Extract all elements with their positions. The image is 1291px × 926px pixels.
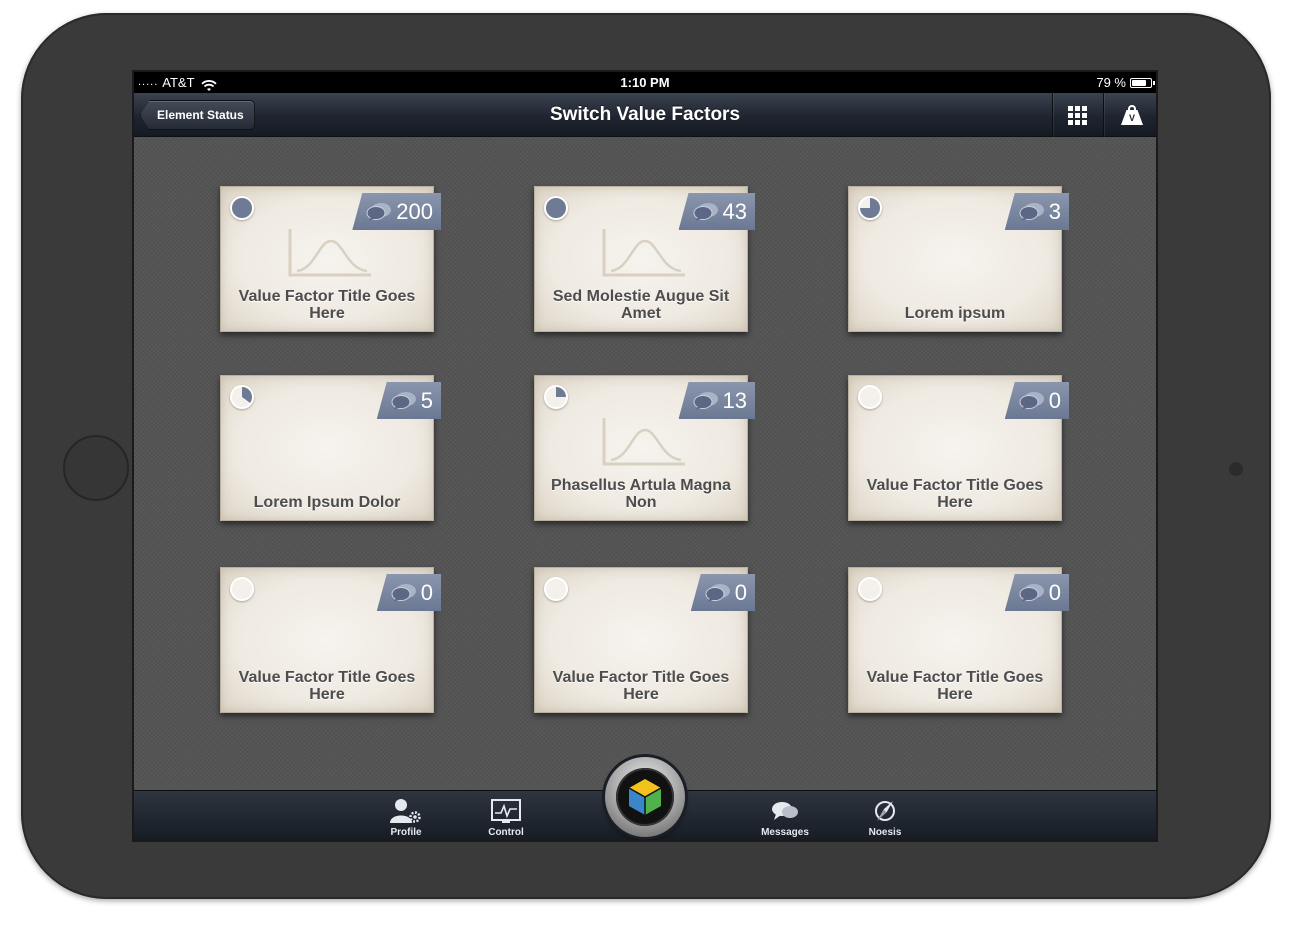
comment-count: 43 <box>722 198 747 224</box>
page-title: Switch Value Factors <box>549 104 741 125</box>
bell-curve-chart-icon <box>602 418 685 466</box>
progress-indicator <box>230 385 254 409</box>
comment-count-ribbon: 0 <box>690 574 755 611</box>
value-factor-card[interactable]: 43 Sed Molestie Augue Sit Amet <box>534 186 755 332</box>
comment-bubbles-icon <box>391 391 416 410</box>
comment-count: 13 <box>722 387 747 413</box>
progress-indicator <box>230 577 254 601</box>
comment-count: 0 <box>734 579 747 605</box>
grid-view-button[interactable] <box>1052 93 1102 137</box>
card-title: Value Factor Title Goes Here <box>238 669 416 703</box>
progress-indicator <box>858 577 882 601</box>
tab-profile[interactable]: Profile <box>366 797 446 838</box>
tab-label: Profile <box>390 827 422 838</box>
card-title: Sed Molestie Augue Sit Amet <box>552 288 730 322</box>
comment-count-ribbon: 200 <box>352 193 441 230</box>
tab-messages[interactable]: Messages <box>745 797 825 838</box>
tab-label: Control <box>488 827 524 838</box>
comment-bubbles-icon <box>693 391 718 410</box>
tab-control[interactable]: Control <box>466 797 546 838</box>
comment-bubbles-icon <box>1019 202 1044 221</box>
chat-bubbles-icon <box>745 797 825 825</box>
comment-count-ribbon: 13 <box>678 382 755 419</box>
comment-bubbles-icon <box>705 583 730 602</box>
tab-label: Noesis <box>868 827 902 838</box>
comment-count: 0 <box>420 579 433 605</box>
comment-count: 3 <box>1048 198 1061 224</box>
comment-bubbles-icon <box>1019 391 1044 410</box>
value-factor-grid: 200 Value Factor Title Goes Here 43 Sed Mo… <box>134 137 1156 790</box>
tab-label: Messages <box>761 827 809 838</box>
home-hub-button[interactable] <box>605 757 685 837</box>
card-title: Value Factor Title Goes Here <box>238 288 416 322</box>
camera-dot <box>1229 462 1243 476</box>
cube-logo-icon <box>628 779 662 815</box>
comment-count: 5 <box>420 387 433 413</box>
comment-bubbles-icon <box>693 202 718 221</box>
bell-curve-chart-icon <box>602 229 685 277</box>
progress-indicator <box>230 196 254 220</box>
value-factor-card[interactable]: 0 Value Factor Title Goes Here <box>848 567 1069 713</box>
comment-count-ribbon: 43 <box>678 193 755 230</box>
clock: 1:10 PM <box>620 75 670 90</box>
comment-count: 0 <box>1048 579 1061 605</box>
comment-count-ribbon: 3 <box>1004 193 1069 230</box>
value-factor-card[interactable]: 13 Phasellus Artula Magna Non <box>534 375 755 521</box>
card-title: Value Factor Title Goes Here <box>866 477 1044 511</box>
card-title: Lorem Ipsum Dolor <box>253 494 401 511</box>
battery-icon <box>1130 77 1155 88</box>
screen: ..... AT&T 1:10 PM 79 % Element Status S… <box>132 70 1158 842</box>
comment-count-ribbon: 5 <box>376 382 441 419</box>
bell-curve-chart-icon <box>288 229 371 277</box>
battery-percent: 79 % <box>1096 75 1126 90</box>
status-bar: ..... AT&T 1:10 PM 79 % <box>134 72 1156 93</box>
comment-count-ribbon: 0 <box>1004 574 1069 611</box>
card-title: Phasellus Artula Magna Non <box>551 477 731 511</box>
progress-indicator <box>544 385 568 409</box>
weight-icon: V <box>1121 105 1143 125</box>
progress-indicator <box>858 196 882 220</box>
profile-gear-icon <box>366 797 446 825</box>
progress-indicator <box>544 196 568 220</box>
progress-indicator <box>858 385 882 409</box>
comment-count-ribbon: 0 <box>1004 382 1069 419</box>
comment-bubbles-icon <box>366 202 392 221</box>
comment-count: 0 <box>1048 387 1061 413</box>
value-factor-card[interactable]: 0 Value Factor Title Goes Here <box>220 567 441 713</box>
comment-count: 200 <box>396 198 433 224</box>
comment-bubbles-icon <box>1019 583 1044 602</box>
home-button[interactable] <box>63 435 129 501</box>
comment-bubbles-icon <box>391 583 416 602</box>
tab-noesis[interactable]: Noesis <box>845 797 925 838</box>
value-factor-card[interactable]: 0 Value Factor Title Goes Here <box>848 375 1069 521</box>
monitor-pulse-icon <box>466 797 546 825</box>
compass-icon <box>845 797 925 825</box>
card-title: Value Factor Title Goes Here <box>866 669 1044 703</box>
value-factor-card[interactable]: 3 Lorem ipsum <box>848 186 1069 332</box>
grid-icon <box>1068 105 1087 125</box>
value-factor-card[interactable]: 5 Lorem Ipsum Dolor <box>220 375 441 521</box>
card-title: Value Factor Title Goes Here <box>552 669 730 703</box>
value-factor-card[interactable]: 200 Value Factor Title Goes Here <box>220 186 441 332</box>
battery-group: 79 % <box>1096 72 1155 93</box>
progress-indicator <box>544 577 568 601</box>
weight-button[interactable]: V <box>1103 93 1156 137</box>
value-factor-card[interactable]: 0 Value Factor Title Goes Here <box>534 567 755 713</box>
comment-count-ribbon: 0 <box>376 574 441 611</box>
card-title: Lorem ipsum <box>904 305 1006 322</box>
navigation-bar: Element Status Switch Value Factors V <box>134 93 1156 137</box>
